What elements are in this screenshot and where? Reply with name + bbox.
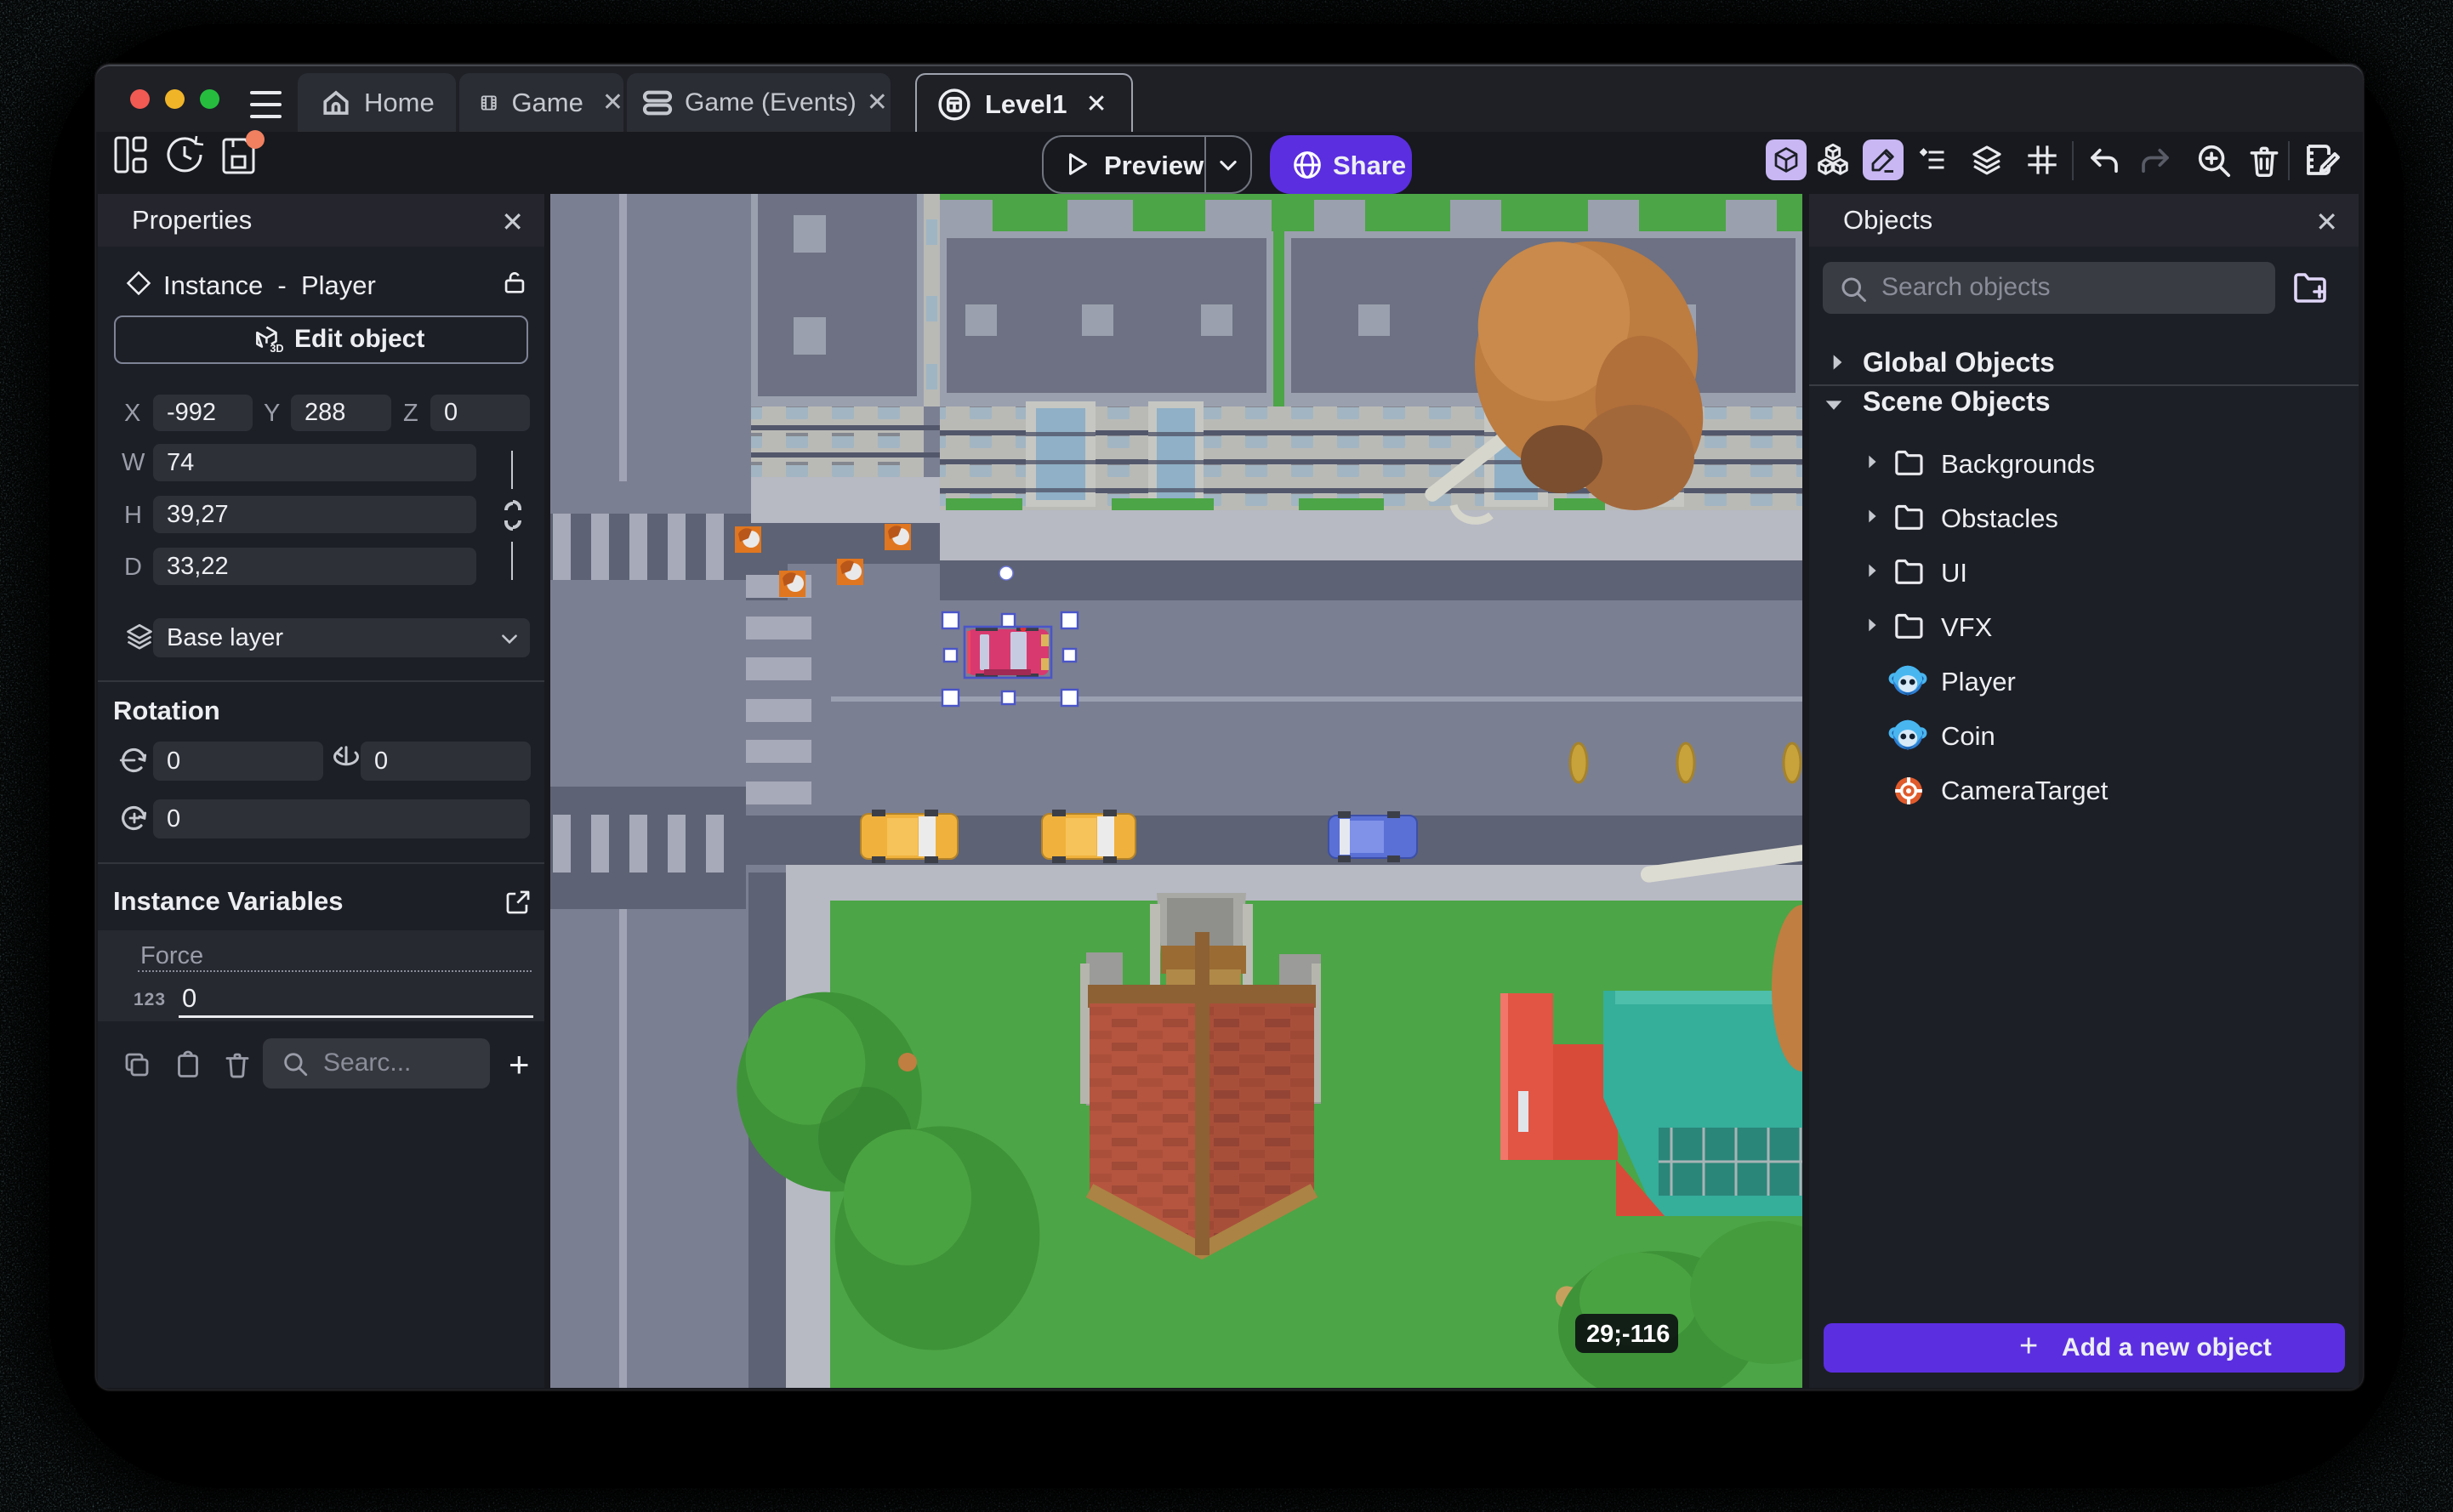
svg-text:3D: 3D (270, 343, 283, 355)
svg-text:29;-116: 29;-116 (1586, 1321, 1670, 1348)
